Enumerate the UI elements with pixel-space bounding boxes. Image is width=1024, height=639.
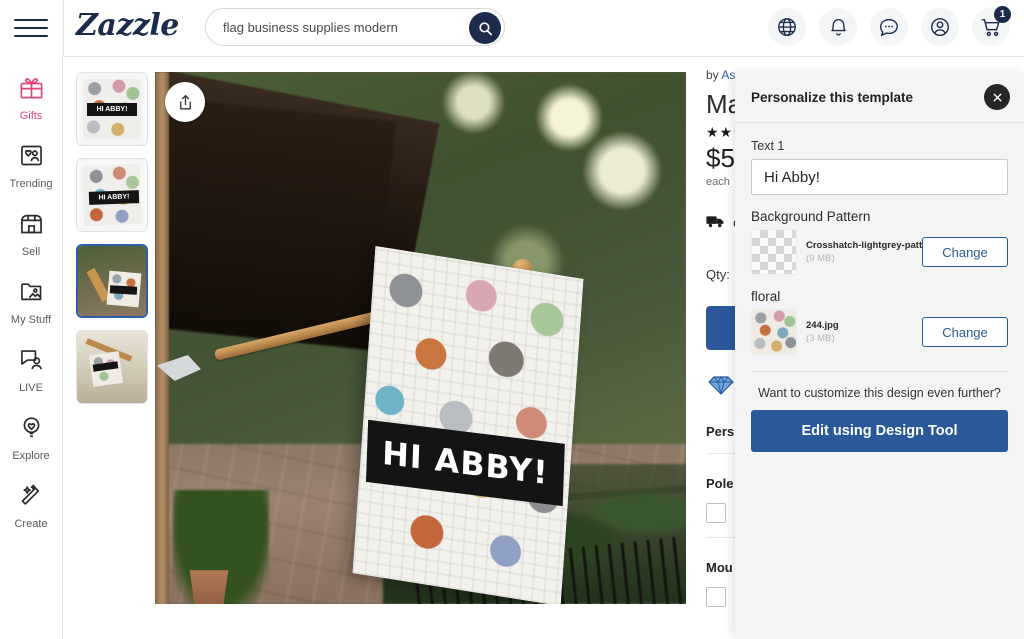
sidebar-item-my-stuff[interactable]: My Stuff — [0, 278, 62, 327]
lightbulb-icon — [18, 414, 45, 446]
sidebar-item-label: LIVE — [19, 382, 43, 394]
zazzle-logo[interactable]: Zazzle — [76, 8, 179, 43]
floral-row: 244.jpg (3 MB) Change — [751, 309, 1008, 355]
checkerboard-thumbnail — [751, 229, 797, 275]
customize-prompt: Want to customize this design even furth… — [758, 386, 1001, 400]
garden-flag: HI ABBY! — [352, 245, 584, 604]
diamond-icon — [706, 371, 736, 402]
personalize-panel: Personalize this template Text 1 Backgro… — [735, 72, 1024, 639]
bell-icon[interactable] — [819, 8, 857, 46]
by-prefix: by — [706, 68, 722, 82]
sidebar-item-label: Sell — [21, 246, 41, 258]
panel-header: Personalize this template — [735, 72, 1024, 123]
sidebar-item-label: My Stuff — [10, 314, 52, 326]
floral-label: floral — [751, 289, 781, 304]
quantity-label: Qty: — [706, 266, 730, 282]
background-pattern-label: Background Pattern — [751, 209, 871, 224]
magic-wand-icon — [18, 482, 45, 514]
thumbnail-item[interactable] — [76, 330, 148, 404]
flag-text: HI ABBY! — [381, 433, 550, 493]
sidebar-item-label: Explore — [12, 450, 50, 462]
change-background-button[interactable]: Change — [922, 237, 1008, 267]
asset-filename: Crosshatch-lightgrey-pattern.pdf — [806, 240, 922, 251]
live-chat-icon — [18, 346, 45, 378]
chat-icon[interactable] — [870, 8, 908, 46]
header-icon-group: 1 — [768, 6, 1011, 46]
product-photo: HI ABBY! — [155, 72, 686, 604]
sidebar-item-live[interactable]: LIVE — [0, 346, 62, 395]
option-checkbox[interactable] — [706, 503, 726, 523]
asset-filesize: (9 MB) — [806, 253, 835, 264]
search-bar — [205, 8, 505, 46]
cart-badge: 1 — [994, 6, 1011, 23]
designer-link[interactable]: As — [721, 68, 735, 82]
cart-icon[interactable]: 1 — [972, 6, 1011, 46]
account-icon[interactable] — [921, 8, 959, 46]
close-icon[interactable] — [984, 84, 1010, 110]
panel-body: Text 1 Background Pattern Crosshatch-lig… — [735, 123, 1024, 639]
floral-thumbnail — [751, 309, 797, 355]
page-root: Zazzle flag business supplies modern 1 G… — [0, 0, 1024, 639]
text-field-label: Text 1 — [751, 139, 785, 153]
trending-icon — [18, 142, 45, 174]
product-main-image[interactable]: HI ABBY! — [155, 72, 686, 604]
globe-icon[interactable] — [768, 8, 806, 46]
asset-filename: 244.jpg — [806, 320, 839, 331]
sidebar-item-trending[interactable]: Trending — [0, 142, 62, 191]
thumbnail-item[interactable]: HI ABBY! — [76, 158, 148, 232]
share-icon[interactable] — [165, 82, 205, 122]
thumbnail-item-selected[interactable] — [76, 244, 148, 318]
left-sidebar: Gifts Trending Sell My Stuff LIVE Explor… — [0, 56, 63, 639]
sidebar-item-create[interactable]: Create — [0, 482, 62, 531]
panel-title: Personalize this template — [751, 89, 914, 105]
folder-image-icon — [18, 278, 45, 310]
thumbnail-item[interactable]: HI ABBY! — [76, 72, 148, 146]
hamburger-menu-icon[interactable] — [14, 14, 48, 42]
search-icon[interactable] — [469, 12, 501, 44]
thumbnail-flag-text: HI ABBY! — [87, 103, 137, 116]
sidebar-item-label: Gifts — [19, 110, 43, 122]
panel-divider — [751, 371, 1008, 372]
asset-filesize: (3 MB) — [806, 333, 835, 344]
text-1-input[interactable] — [751, 159, 1008, 195]
search-input[interactable] — [223, 15, 463, 39]
background-pattern-row: Crosshatch-lightgrey-pattern.pdf (9 MB) … — [751, 229, 1008, 275]
background-pattern-meta: Crosshatch-lightgrey-pattern.pdf (9 MB) — [806, 240, 922, 264]
header-divider — [63, 0, 64, 56]
thumbnail-flag-text: HI ABBY! — [88, 190, 140, 205]
header-bottom-border — [63, 56, 1024, 57]
sidebar-item-gifts[interactable]: Gifts — [0, 74, 62, 123]
option-checkbox[interactable] — [706, 587, 726, 607]
sidebar-item-label: Trending — [9, 178, 53, 190]
store-icon — [18, 210, 45, 242]
sidebar-item-explore[interactable]: Explore — [0, 414, 62, 463]
edit-design-tool-button[interactable]: Edit using Design Tool — [751, 410, 1008, 452]
floral-meta: 244.jpg (3 MB) — [806, 320, 922, 344]
gift-icon — [18, 74, 45, 106]
sidebar-item-sell[interactable]: Sell — [0, 210, 62, 259]
sidebar-item-label: Create — [14, 518, 48, 530]
top-header: Zazzle flag business supplies modern 1 — [0, 0, 1024, 57]
change-floral-button[interactable]: Change — [922, 317, 1008, 347]
truck-icon — [706, 214, 725, 232]
thumbnail-strip: HI ABBY! HI ABBY! — [76, 72, 148, 404]
